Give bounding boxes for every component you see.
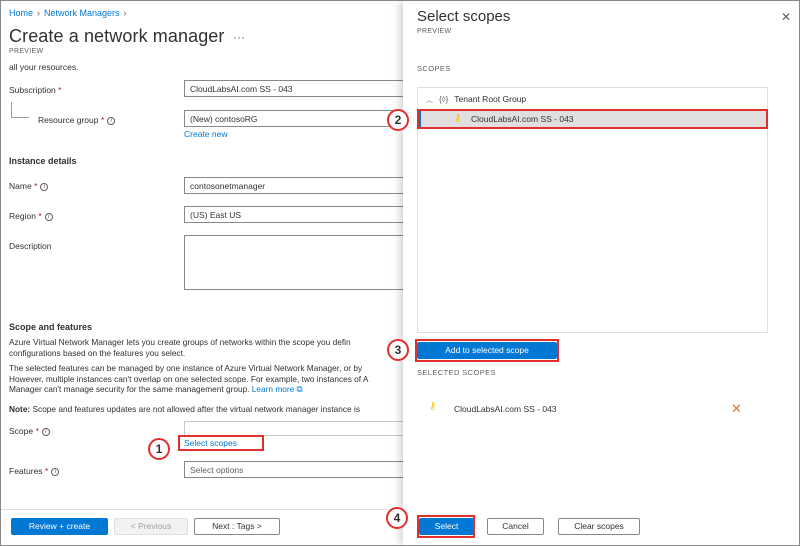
callout-badge-4: 4 (386, 507, 408, 529)
scope-field (184, 421, 409, 436)
clear-scopes-button[interactable]: Clear scopes (558, 518, 640, 535)
callout-badge-2: 2 (387, 109, 409, 131)
panel-preview-label: PREVIEW (417, 28, 452, 35)
create-new-link[interactable]: Create new (184, 129, 227, 139)
scope-features-heading: Scope and features (9, 322, 93, 332)
key-icon: ⚷ (429, 401, 437, 412)
remove-icon[interactable]: ✕ (731, 401, 742, 417)
window-frame: Home › Network Managers › Create a network … (0, 0, 800, 546)
description-label: Description (9, 241, 52, 251)
learn-more-link[interactable]: Learn more (252, 384, 294, 394)
callout-box-4 (417, 515, 475, 538)
create-network-manager-blade: Home › Network Managers › Create a network … (1, 1, 409, 545)
scopes-heading: SCOPES (417, 64, 451, 73)
callout-box-1 (178, 435, 264, 451)
update-note: Note: Scope and features updates are not… (9, 404, 360, 414)
chevron-right-icon: › (37, 8, 41, 18)
review-create-button[interactable]: Review + create (11, 518, 108, 535)
info-icon[interactable]: i (40, 182, 49, 191)
breadcrumb-home[interactable]: Home (9, 8, 33, 18)
name-input[interactable]: contosonetmanager (184, 177, 409, 194)
panel-title: Select scopes (417, 8, 511, 25)
region-dropdown[interactable]: (US) East US (184, 206, 409, 223)
preview-label: PREVIEW (9, 48, 44, 55)
info-icon[interactable]: i (107, 116, 116, 125)
scope-description: Azure Virtual Network Manager lets you c… (9, 337, 351, 358)
subscription-label: Subscription * (9, 85, 62, 95)
resource-group-label: Resource group * i (38, 115, 116, 125)
chevron-right-icon: › (123, 8, 127, 18)
features-dropdown[interactable]: Select options (184, 461, 409, 478)
info-icon[interactable]: i (51, 467, 60, 476)
selected-scope-item: ⚷ CloudLabsAI.com SS - 043 ✕ (417, 395, 768, 425)
breadcrumb-network-managers[interactable]: Network Managers (44, 8, 120, 18)
subscription-item-label: CloudLabsAI.com SS - 043 (471, 114, 574, 124)
tree-connector (11, 102, 29, 118)
scope-label: Scope * i (9, 426, 50, 436)
name-label: Name * i (9, 181, 49, 191)
tree-item-tenant-root-group[interactable]: ︿ {◊} Tenant Root Group (426, 94, 526, 105)
resource-group-dropdown[interactable]: (New) contosoRG (184, 110, 409, 127)
next-tags-button[interactable]: Next : Tags > (194, 518, 280, 535)
instance-details-heading: Instance details (9, 156, 77, 166)
callout-badge-3: 3 (387, 339, 409, 361)
management-group-icon: {◊} (439, 95, 449, 104)
subscription-dropdown[interactable]: CloudLabsAI.com SS - 043 (184, 80, 409, 97)
intro-text: all your resources. (9, 62, 79, 72)
scope-features-note: The selected features can be managed by … (9, 363, 369, 394)
features-label: Features * i (9, 466, 60, 476)
info-icon[interactable]: i (44, 212, 53, 221)
region-label: Region * i (9, 211, 53, 221)
key-icon: ⚷ (454, 113, 462, 124)
callout-badge-1: 1 (148, 438, 170, 460)
page-title: Create a network manager (9, 26, 225, 46)
cancel-button[interactable]: Cancel (487, 518, 544, 535)
callout-box-3 (415, 339, 559, 362)
breadcrumb: Home › Network Managers › (9, 8, 131, 18)
selection-indicator (419, 111, 421, 127)
previous-button[interactable]: < Previous (114, 518, 188, 535)
description-textarea[interactable] (184, 235, 409, 290)
close-icon[interactable]: ✕ (781, 10, 791, 24)
tree-item-subscription[interactable]: ⚷ CloudLabsAI.com SS - 043 (417, 109, 768, 129)
selected-scope-label: CloudLabsAI.com SS - 043 (454, 404, 557, 414)
info-icon[interactable]: i (41, 427, 50, 436)
select-scopes-panel: Select scopes PREVIEW ✕ SCOPES ︿ {◊} Tenan… (403, 1, 799, 545)
more-options-icon[interactable]: ··· (233, 30, 245, 44)
chevron-up-icon[interactable]: ︿ (426, 97, 433, 104)
selected-scopes-heading: SELECTED SCOPES (417, 368, 496, 377)
external-link-icon: ⧉ (296, 384, 303, 394)
